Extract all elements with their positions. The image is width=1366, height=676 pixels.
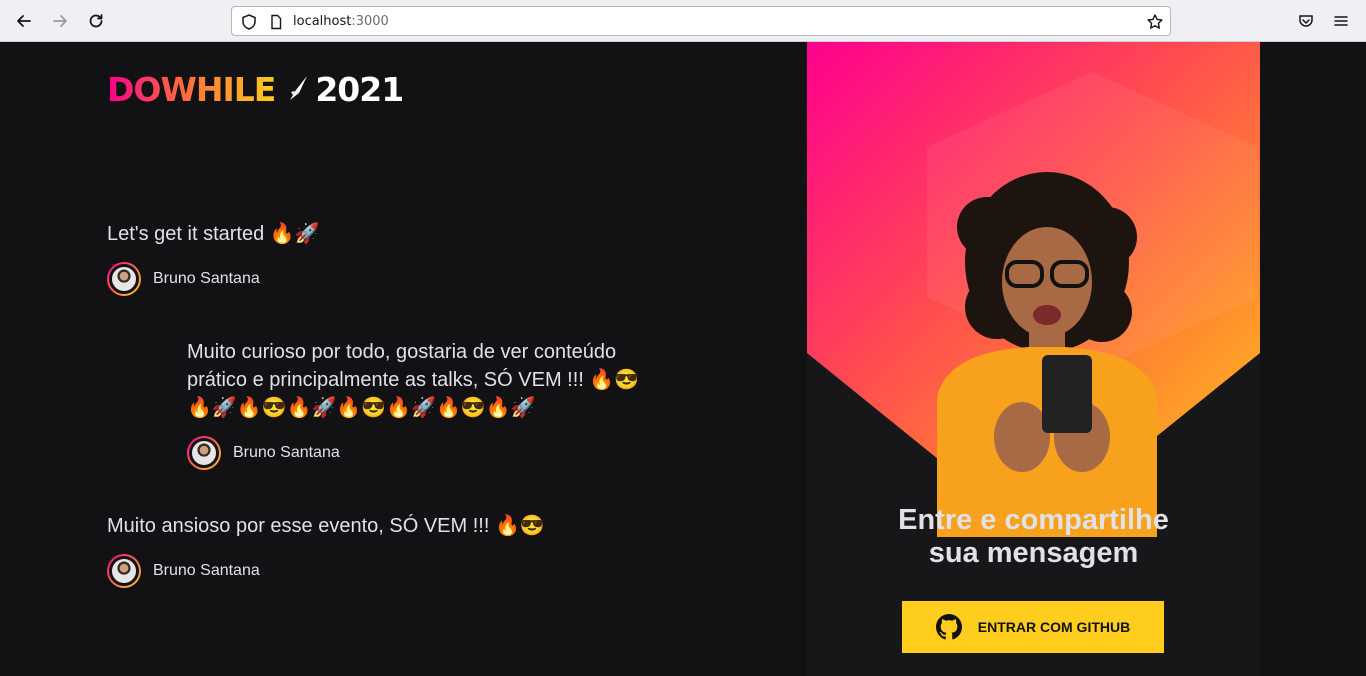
sign-in-github-button[interactable]: ENTRAR COM GITHUB (902, 601, 1164, 653)
page-content: DOWHILE 2021 Let's get it started 🔥🚀 Bru… (0, 42, 1366, 676)
rocket-icon (290, 76, 308, 100)
url-host: localhost (293, 14, 352, 29)
sign-in-panel: Entre e compartilhe sua mensagem ENTRAR … (807, 42, 1260, 676)
dowhile-logo: DOWHILE 2021 (107, 69, 404, 109)
message-text: Let's get it started 🔥🚀 (107, 223, 320, 245)
user-name: Bruno Santana (153, 562, 260, 579)
pocket-icon[interactable] (1296, 11, 1316, 31)
message-user: Bruno Santana (187, 436, 647, 470)
shield-icon[interactable] (240, 13, 258, 31)
menu-icon[interactable] (1331, 11, 1351, 31)
avatar (187, 436, 221, 470)
message-card: Muito curioso por todo, gostaria de ver … (187, 338, 647, 470)
woman-with-phone-image (937, 172, 1157, 537)
user-name: Bruno Santana (153, 270, 260, 287)
message-card: Let's get it started 🔥🚀 Bruno Santana (107, 220, 607, 296)
reload-icon[interactable] (84, 9, 108, 33)
url-port: :3000 (351, 14, 389, 29)
message-user: Bruno Santana (107, 262, 607, 296)
user-name: Bruno Santana (233, 444, 340, 461)
message-text: Muito ansioso por esse evento, SÓ VEM !!… (107, 515, 545, 537)
message-card: Muito ansioso por esse evento, SÓ VEM !!… (107, 512, 627, 588)
forward-arrow-icon[interactable] (48, 9, 72, 33)
back-arrow-icon[interactable] (12, 9, 36, 33)
sign-in-github-label: ENTRAR COM GITHUB (977, 619, 1131, 635)
url-bar[interactable]: localhost:3000 (231, 6, 1171, 36)
logo-year: 2021 (315, 69, 404, 109)
sign-in-title: Entre e compartilhe sua mensagem (807, 504, 1260, 570)
star-icon[interactable] (1146, 13, 1164, 31)
github-icon (935, 614, 962, 640)
browser-toolbar: localhost:3000 (0, 0, 1366, 42)
page-icon[interactable] (267, 13, 285, 31)
logo-brand: DOWHILE (107, 69, 276, 109)
avatar (107, 554, 141, 588)
url-text: localhost:3000 (293, 14, 389, 29)
avatar (107, 262, 141, 296)
message-user: Bruno Santana (107, 554, 627, 588)
message-text: Muito curioso por todo, gostaria de ver … (187, 341, 640, 419)
sign-in-title-line2: sua mensagem (928, 537, 1139, 569)
sign-in-title-line1: Entre e compartilhe (898, 504, 1169, 536)
